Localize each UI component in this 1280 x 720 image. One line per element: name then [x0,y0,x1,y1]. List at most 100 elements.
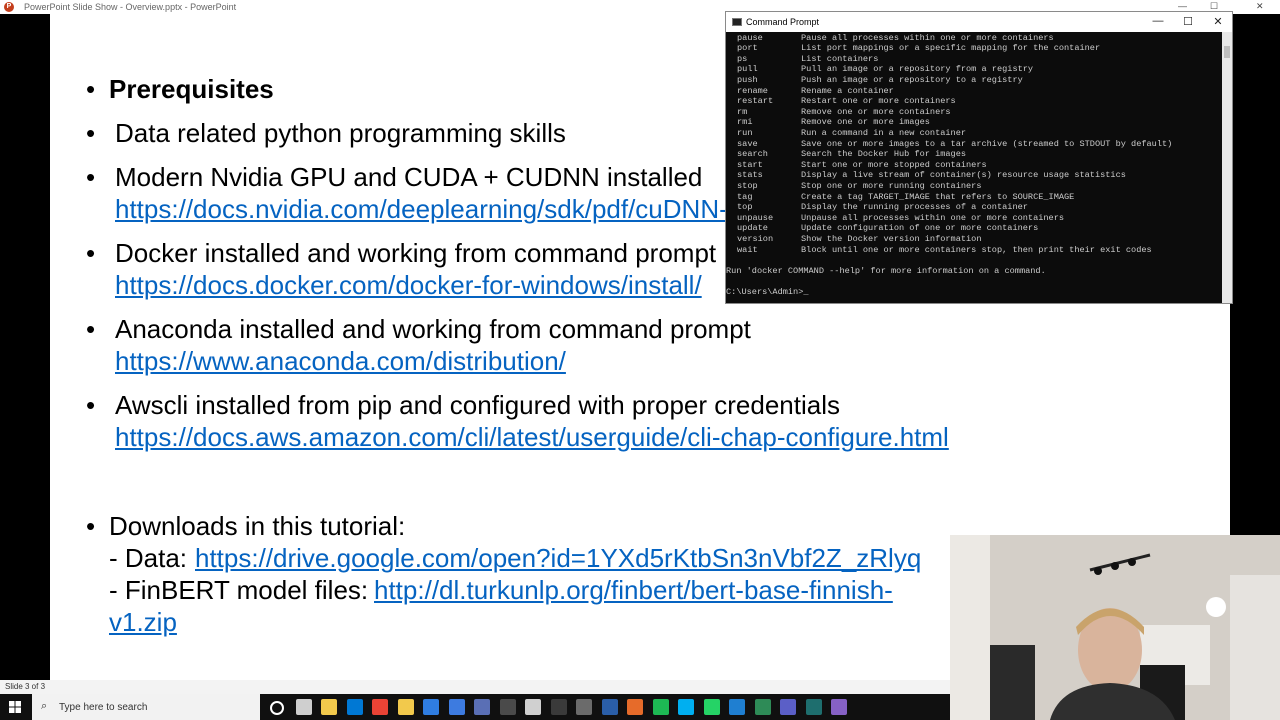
window-title: PowerPoint Slide Show - Overview.pptx - … [24,2,237,12]
cmd-command-name: wait [737,244,758,255]
vpn-icon[interactable] [499,699,516,715]
task-view-icon[interactable] [295,699,312,715]
visual-studio-icon[interactable] [831,699,847,715]
cmd-command-name: update [737,223,768,234]
finbert-link[interactable]: http://dl.turkunlp.org/finbert/bert-base… [374,575,893,606]
mail-icon[interactable] [525,699,541,715]
finbert-link-continued[interactable]: v1.zip [109,607,177,638]
finbert-label: - FinBERT model files: [109,575,369,605]
prereq-item-awscli: Awscli installed from pip and configured… [115,390,841,420]
firefox-icon[interactable] [627,699,643,715]
cmd-terminal-output[interactable]: pause Pause all processes within one or m… [726,32,1222,303]
cmd-command-name: run [737,127,753,138]
cmd-command-description: Search the Docker Hub for images [801,149,967,160]
bullet-dot: • [86,118,96,148]
powershell-icon[interactable] [601,699,618,715]
cmd-command-name: port [737,43,758,54]
cmd-scrollbar[interactable] [1222,32,1232,303]
cmd-command-description: List containers [801,53,879,64]
cmd-command-description: Update configuration of one or more cont… [801,223,1039,234]
cmd-window-icon [732,18,742,26]
file-explorer-icon[interactable] [321,699,337,715]
cmd-command-description: Save one or more images to a tar archive… [801,138,1173,149]
cmd-command-name: start [737,159,763,170]
folder-icon[interactable] [397,699,414,715]
cmd-command-name: ps [737,53,748,64]
cmd-titlebar[interactable]: Command Prompt — ☐ ✕ [726,12,1232,32]
cmd-close-icon[interactable]: ✕ [1210,15,1226,28]
bullet-dot: • [86,511,96,541]
cmd-command-description: Remove one or more images [801,117,930,128]
cmd-command-name: pause [737,32,763,43]
spotify-icon[interactable] [652,699,669,715]
cmd-command-name: tag [737,191,753,202]
cmd-command-name: restart [737,96,774,107]
chrome-icon[interactable] [372,699,388,715]
vscode-icon[interactable] [729,699,745,715]
cmd-command-name: version [737,233,774,244]
cmd-command-description: Pull an image or a repository from a reg… [801,64,1034,75]
cmd-command-description: Block until one or more containers stop,… [801,244,1152,255]
cmd-command-description: Stop one or more running containers [801,180,982,191]
photos-icon[interactable] [423,699,439,715]
data-link[interactable]: https://drive.google.com/open?id=1YXd5rK… [195,543,921,574]
cmd-command-name: rmi [737,117,753,128]
cmd-command-description: Pause all processes within one or more c… [801,32,1054,43]
bullet-dot: • [86,390,96,420]
window-icon[interactable] [576,699,592,715]
cmd-command-description: Show the Docker version information [801,233,982,244]
cmd-command-name: search [737,149,768,160]
taskbar-search-box[interactable]: ⌕ Type here to search [32,694,260,720]
cmd-command-description: Run a command in a new container [801,127,967,138]
prereq-item-docker: Docker installed and working from comman… [115,238,717,268]
docs-icon[interactable] [448,699,465,715]
cmd-command-name: stats [737,170,763,181]
cmd-icon[interactable] [550,699,567,715]
docker-link[interactable]: https://docs.docker.com/docker-for-windo… [115,270,702,301]
cmd-command-name: pull [737,64,758,75]
cmd-maximize-icon[interactable]: ☐ [1180,15,1196,28]
cmd-command-description: Remove one or more containers [801,106,951,117]
cmd-help-line: Run 'docker COMMAND --help' for more inf… [726,265,1046,276]
cmd-prompt[interactable]: C:\Users\Admin>_ [726,287,809,298]
cmd-command-description: Start one or more stopped containers [801,159,987,170]
minimize-icon[interactable]: — [1178,1,1187,11]
search-icon: ⌕ [41,700,48,712]
close-icon[interactable]: ✕ [1256,1,1264,12]
cmd-command-name: stop [737,180,758,191]
aws-link[interactable]: https://docs.aws.amazon.com/cli/latest/u… [115,422,949,453]
prereq-item-anaconda: Anaconda installed and working from comm… [115,314,751,344]
cortana-icon[interactable] [270,701,284,715]
terminal-icon[interactable] [805,699,822,715]
slide-counter: Slide 3 of 3 [5,682,46,691]
prereq-item-gpu: Modern Nvidia GPU and CUDA + CUDNN insta… [115,162,703,192]
cmd-command-description: List port mappings or a specific mapping… [801,43,1101,54]
cmd-command-description: Restart one or more containers [801,96,956,107]
cmd-command-name: top [737,202,753,213]
windows-start-icon[interactable] [9,701,21,713]
whatsapp-icon[interactable] [703,699,720,715]
cmd-command-name: save [737,138,758,149]
cmd-command-description: Push an image or a repository to a regis… [801,74,1023,85]
bullet-dot: • [86,74,96,104]
teams-icon[interactable] [780,699,796,715]
cmd-scrollbar-thumb[interactable] [1224,46,1230,58]
cmd-command-description: Create a tag TARGET_IMAGE that refers to… [801,191,1075,202]
cmd-command-name: rm [737,106,748,117]
cmd-command-description: Display the running processes of a conta… [801,202,1028,213]
cmd-command-description: Rename a container [801,85,894,96]
prereq-item-python: Data related python programming skills [115,118,566,148]
downloads-heading: Downloads in this tutorial: [109,511,406,541]
anaconda-link[interactable]: https://www.anaconda.com/distribution/ [115,346,566,377]
notepad-icon[interactable] [754,699,771,715]
cmd-command-name: rename [737,85,768,96]
github-icon[interactable] [474,699,490,715]
store-icon[interactable] [346,699,363,715]
cmd-command-name: unpause [737,212,774,223]
command-prompt-window[interactable]: Command Prompt — ☐ ✕ pause Pause all proc… [725,11,1233,304]
skype-icon[interactable] [678,699,694,715]
powerpoint-icon: P [4,2,14,12]
cmd-minimize-icon[interactable]: — [1150,15,1166,27]
data-label: - Data: [109,543,188,573]
bullet-dot: • [86,238,96,268]
